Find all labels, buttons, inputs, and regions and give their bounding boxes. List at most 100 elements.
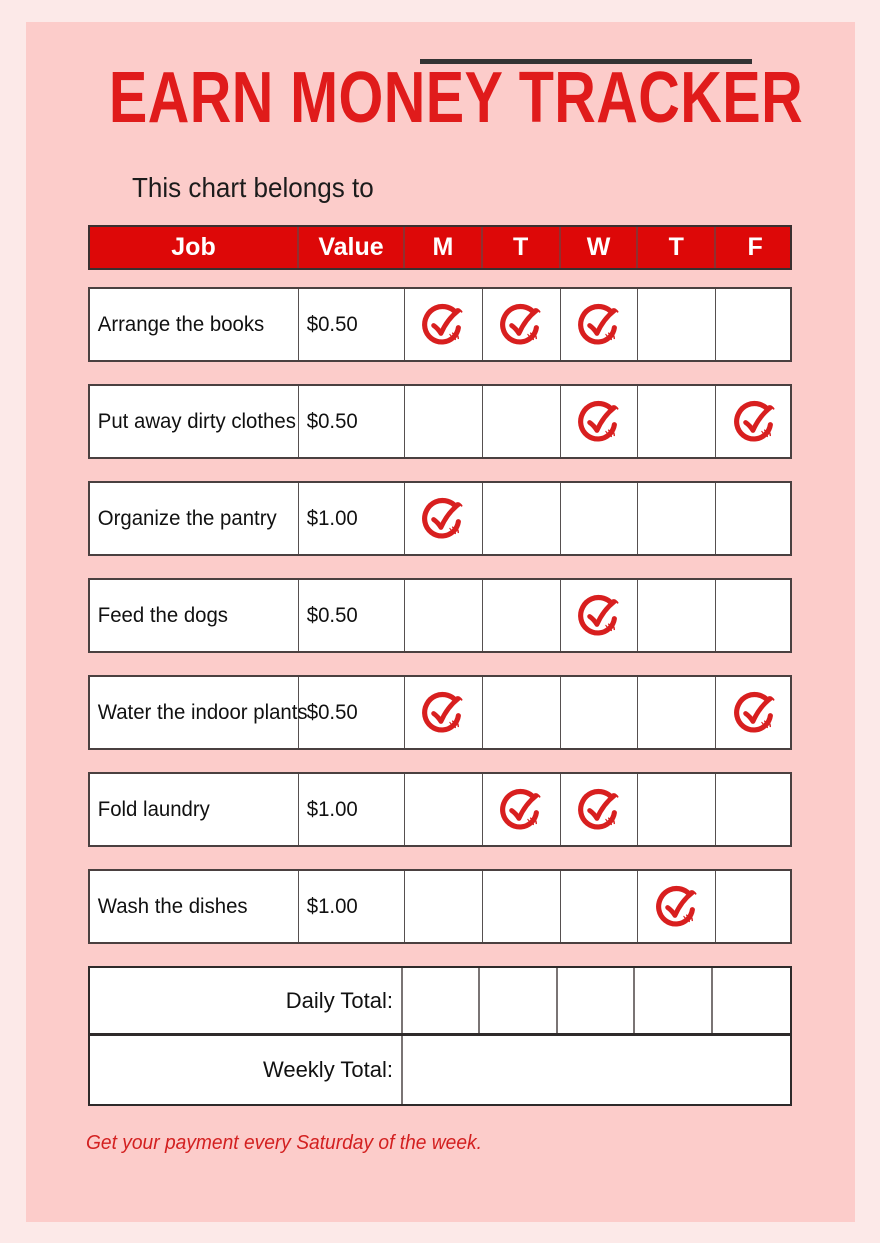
day-cell-mon[interactable] <box>405 289 483 360</box>
page-title: EARN MONEY TRACKER <box>108 58 804 138</box>
value-cell: $0.50 <box>299 386 405 457</box>
daily-total-cell-mon[interactable] <box>403 968 481 1033</box>
check-icon[interactable] <box>561 580 638 651</box>
value-cell: $0.50 <box>299 677 405 748</box>
table-row: Organize the pantry $1.00 <box>88 481 792 556</box>
weekly-total-label: Weekly Total: <box>90 1036 403 1104</box>
tracker-page: EARN MONEY TRACKER This chart belongs to… <box>26 22 855 1222</box>
table-row: Feed the dogs $0.50 <box>88 578 792 653</box>
daily-total-cell-thu[interactable] <box>635 968 713 1033</box>
value-label: $0.50 <box>306 700 358 724</box>
check-icon[interactable] <box>561 289 638 360</box>
day-cell-wed[interactable] <box>561 289 639 360</box>
table-row: Water the indoor plants $0.50 <box>88 675 792 750</box>
day-cell-wed[interactable] <box>561 774 639 845</box>
job-cell: Put away dirty clothes <box>90 386 299 457</box>
value-cell: $1.00 <box>299 483 405 554</box>
daily-total-cell-tue[interactable] <box>480 968 558 1033</box>
day-cell-fri[interactable] <box>716 386 794 457</box>
day-cell-thu[interactable] <box>638 774 717 845</box>
job-cell: Wash the dishes <box>90 871 299 942</box>
day-cell-tue[interactable] <box>483 871 561 942</box>
day-cell-tue[interactable] <box>483 580 561 651</box>
footer-note: Get your payment every Saturday of the w… <box>86 1132 482 1154</box>
job-label: Arrange the books <box>97 312 265 336</box>
day-cell-fri[interactable] <box>716 774 794 845</box>
value-label: $0.50 <box>306 603 358 627</box>
belongs-to-write-line[interactable] <box>420 59 752 64</box>
day-cell-wed[interactable] <box>561 386 639 457</box>
day-cell-wed[interactable] <box>561 483 639 554</box>
day-cell-wed[interactable] <box>561 677 639 748</box>
column-header-mon: M <box>405 227 483 268</box>
column-header-fri: F <box>747 233 763 261</box>
job-label: Water the indoor plants <box>97 700 308 724</box>
column-header-tue: T <box>483 227 561 268</box>
check-icon[interactable] <box>405 289 482 360</box>
check-icon[interactable] <box>483 774 560 845</box>
day-cell-mon[interactable] <box>405 774 483 845</box>
table-row: Wash the dishes $1.00 <box>88 869 792 944</box>
day-cell-thu[interactable] <box>638 289 717 360</box>
day-cell-thu[interactable] <box>638 483 717 554</box>
totals-block: Daily Total: Weekly Total: <box>88 966 792 1106</box>
day-cell-thu[interactable] <box>638 677 717 748</box>
job-cell: Feed the dogs <box>90 580 299 651</box>
check-icon[interactable] <box>405 677 482 748</box>
belongs-to-label: This chart belongs to <box>132 172 374 203</box>
job-label: Wash the dishes <box>97 894 248 918</box>
check-icon[interactable] <box>561 386 638 457</box>
job-label: Put away dirty clothes <box>97 409 296 433</box>
value-cell: $1.00 <box>299 871 405 942</box>
column-header-wed: W <box>561 227 639 268</box>
job-cell: Water the indoor plants <box>90 677 308 748</box>
day-cell-fri[interactable] <box>716 289 794 360</box>
day-cell-thu[interactable] <box>638 580 717 651</box>
weekly-total-row: Weekly Total: <box>90 1036 790 1104</box>
value-label: $1.00 <box>306 894 358 918</box>
day-cell-tue[interactable] <box>483 289 561 360</box>
table-body: Arrange the books $0.50 Put away dirty clo… <box>88 287 792 944</box>
day-cell-wed[interactable] <box>561 580 639 651</box>
day-cell-fri[interactable] <box>716 677 794 748</box>
day-cell-mon[interactable] <box>405 483 483 554</box>
day-cell-fri[interactable] <box>716 580 794 651</box>
value-label: $1.00 <box>306 797 358 821</box>
column-header-job: Job <box>90 227 299 268</box>
day-cell-thu[interactable] <box>638 386 717 457</box>
table-row: Arrange the books $0.50 <box>88 287 792 362</box>
table-row: Fold laundry $1.00 <box>88 772 792 847</box>
day-cell-mon[interactable] <box>405 580 483 651</box>
daily-total-cell-fri[interactable] <box>713 968 790 1033</box>
check-icon[interactable] <box>716 677 794 748</box>
chore-table: Job Value M T W T F Arrange the books $0.50 Put … <box>88 225 792 1106</box>
day-cell-thu[interactable] <box>638 871 717 942</box>
day-cell-tue[interactable] <box>483 483 561 554</box>
weekly-total-cell[interactable] <box>403 1036 790 1104</box>
job-label: Fold laundry <box>97 797 210 821</box>
daily-total-cell-wed[interactable] <box>558 968 636 1033</box>
table-header-row: Job Value M T W T F <box>88 225 792 270</box>
job-label: Feed the dogs <box>97 603 228 627</box>
day-cell-mon[interactable] <box>405 871 483 942</box>
check-icon[interactable] <box>716 386 794 457</box>
job-cell: Arrange the books <box>90 289 299 360</box>
day-cell-mon[interactable] <box>405 677 483 748</box>
value-label: $1.00 <box>306 506 358 530</box>
day-cell-fri[interactable] <box>716 483 794 554</box>
check-icon[interactable] <box>405 483 482 554</box>
value-cell: $0.50 <box>299 580 405 651</box>
belongs-to-field: This chart belongs to <box>132 162 392 214</box>
day-cell-mon[interactable] <box>405 386 483 457</box>
check-icon[interactable] <box>561 774 638 845</box>
check-icon[interactable] <box>483 289 560 360</box>
day-cell-tue[interactable] <box>483 774 561 845</box>
day-cell-wed[interactable] <box>561 871 639 942</box>
day-cell-tue[interactable] <box>483 386 561 457</box>
day-cell-fri[interactable] <box>716 871 794 942</box>
check-icon[interactable] <box>638 871 715 942</box>
daily-total-row: Daily Total: <box>90 968 790 1036</box>
day-cell-tue[interactable] <box>483 677 561 748</box>
value-cell: $0.50 <box>299 289 405 360</box>
job-label: Organize the pantry <box>97 506 277 530</box>
